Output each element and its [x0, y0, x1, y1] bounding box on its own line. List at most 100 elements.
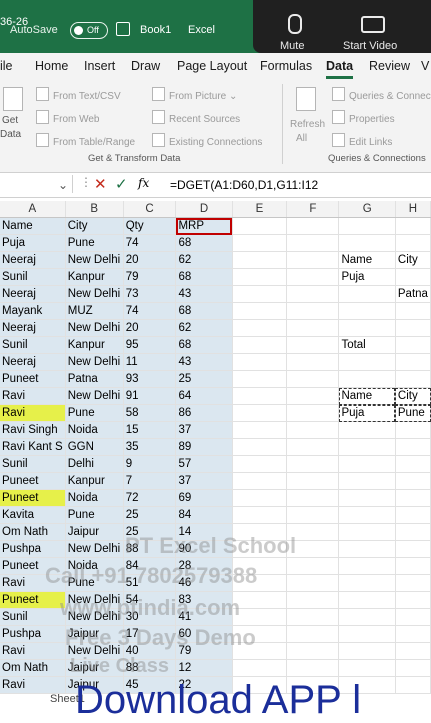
- cell[interactable]: 62: [175, 251, 233, 269]
- cell[interactable]: Name: [0, 217, 66, 235]
- cell[interactable]: New Delhi: [65, 387, 124, 405]
- cell[interactable]: [395, 319, 431, 337]
- cell[interactable]: 17: [123, 625, 177, 643]
- video-camera-icon[interactable]: [361, 16, 385, 33]
- cell[interactable]: Puneet: [0, 472, 66, 490]
- cell[interactable]: 11: [123, 353, 177, 371]
- cell[interactable]: 25: [175, 370, 233, 388]
- cell[interactable]: New Delhi: [65, 642, 124, 660]
- from-picture-button[interactable]: From Picture ⌄: [152, 87, 237, 102]
- cell[interactable]: 68: [175, 336, 233, 354]
- cell[interactable]: 69: [175, 489, 233, 507]
- cell[interactable]: Pune: [65, 404, 124, 422]
- cell[interactable]: [395, 421, 431, 439]
- cell[interactable]: [395, 353, 431, 371]
- cell[interactable]: [232, 557, 288, 575]
- cell[interactable]: [338, 353, 396, 371]
- cell[interactable]: 72: [123, 489, 177, 507]
- cell[interactable]: Noida: [65, 489, 124, 507]
- cell[interactable]: [338, 540, 396, 558]
- get-data-button-line2[interactable]: Data: [0, 129, 21, 140]
- cell[interactable]: [286, 557, 340, 575]
- cell[interactable]: 14: [175, 523, 233, 541]
- cell[interactable]: [232, 404, 288, 422]
- cell[interactable]: [395, 302, 431, 320]
- cell[interactable]: 68: [175, 302, 233, 320]
- cell[interactable]: [232, 540, 288, 558]
- cell[interactable]: [338, 285, 396, 303]
- column-header[interactable]: D: [175, 201, 233, 218]
- cell[interactable]: [338, 523, 396, 541]
- cell[interactable]: [232, 234, 288, 252]
- cell[interactable]: 25: [123, 523, 177, 541]
- cell[interactable]: 60: [175, 625, 233, 643]
- tab-view[interactable]: V: [421, 59, 429, 73]
- cell[interactable]: [286, 591, 340, 609]
- cell[interactable]: Om Nath: [0, 659, 66, 677]
- cell[interactable]: Sunil: [0, 336, 66, 354]
- cell[interactable]: [395, 455, 431, 473]
- cell[interactable]: [286, 523, 340, 541]
- cell[interactable]: [232, 268, 288, 286]
- cell[interactable]: [232, 285, 288, 303]
- cell[interactable]: [338, 217, 396, 235]
- cell[interactable]: Jaipur: [65, 523, 124, 541]
- cell[interactable]: City: [65, 217, 124, 235]
- cell[interactable]: 7: [123, 472, 177, 490]
- cell[interactable]: 41: [175, 608, 233, 626]
- cell[interactable]: [395, 540, 431, 558]
- cell[interactable]: New Delhi: [65, 251, 124, 269]
- cell[interactable]: 68: [175, 268, 233, 286]
- cell[interactable]: Name: [338, 387, 396, 405]
- column-header[interactable]: A: [0, 201, 66, 218]
- tab-file[interactable]: ile: [0, 59, 13, 73]
- cell[interactable]: 86: [175, 404, 233, 422]
- column-header[interactable]: F: [286, 201, 340, 218]
- cell[interactable]: [232, 659, 288, 677]
- tab-insert[interactable]: Insert: [84, 59, 115, 73]
- cell[interactable]: [395, 523, 431, 541]
- cell[interactable]: [286, 472, 340, 490]
- cell[interactable]: Noida: [65, 421, 124, 439]
- cell[interactable]: [232, 387, 288, 405]
- formula-input[interactable]: =DGET(A1:D60,D1,G11:I12: [170, 178, 318, 192]
- tab-data[interactable]: Data: [326, 59, 353, 73]
- cell[interactable]: [338, 455, 396, 473]
- cell[interactable]: [286, 217, 340, 235]
- cell[interactable]: Jaipur: [65, 659, 124, 677]
- cell[interactable]: Patna: [65, 370, 124, 388]
- cell[interactable]: 79: [123, 268, 177, 286]
- worksheet-grid[interactable]: A B C D E F G H Name City Qty MRP Puja Pune 74 68 Neeraj…: [0, 201, 431, 694]
- autosave-toggle[interactable]: Off: [70, 22, 108, 39]
- column-header[interactable]: C: [123, 201, 177, 218]
- cell[interactable]: [338, 642, 396, 660]
- cell[interactable]: 35: [123, 438, 177, 456]
- cell[interactable]: [286, 251, 340, 269]
- cell[interactable]: [286, 642, 340, 660]
- cell[interactable]: [232, 421, 288, 439]
- cell[interactable]: 51: [123, 574, 177, 592]
- microphone-icon[interactable]: [288, 14, 302, 34]
- cell[interactable]: [395, 591, 431, 609]
- get-data-button[interactable]: Get: [2, 115, 18, 126]
- refresh-all-label[interactable]: All: [296, 133, 307, 144]
- cell[interactable]: 28: [175, 557, 233, 575]
- cell[interactable]: Puja: [338, 268, 396, 286]
- cell[interactable]: 84: [123, 557, 177, 575]
- cell[interactable]: Neeraj: [0, 319, 66, 337]
- cell[interactable]: [286, 302, 340, 320]
- cell[interactable]: [338, 234, 396, 252]
- cell[interactable]: [395, 506, 431, 524]
- cell[interactable]: Kanpur: [65, 472, 124, 490]
- cell[interactable]: New Delhi: [65, 353, 124, 371]
- from-web-button[interactable]: From Web: [36, 110, 100, 125]
- cell[interactable]: Puneet: [0, 557, 66, 575]
- cell[interactable]: [338, 421, 396, 439]
- edit-links-button[interactable]: Edit Links: [332, 133, 392, 148]
- cell[interactable]: Noida: [65, 557, 124, 575]
- cell[interactable]: 12: [175, 659, 233, 677]
- cell[interactable]: 37: [175, 472, 233, 490]
- cell[interactable]: Puja: [0, 234, 66, 252]
- cell[interactable]: New Delhi: [65, 591, 124, 609]
- cell[interactable]: [338, 302, 396, 320]
